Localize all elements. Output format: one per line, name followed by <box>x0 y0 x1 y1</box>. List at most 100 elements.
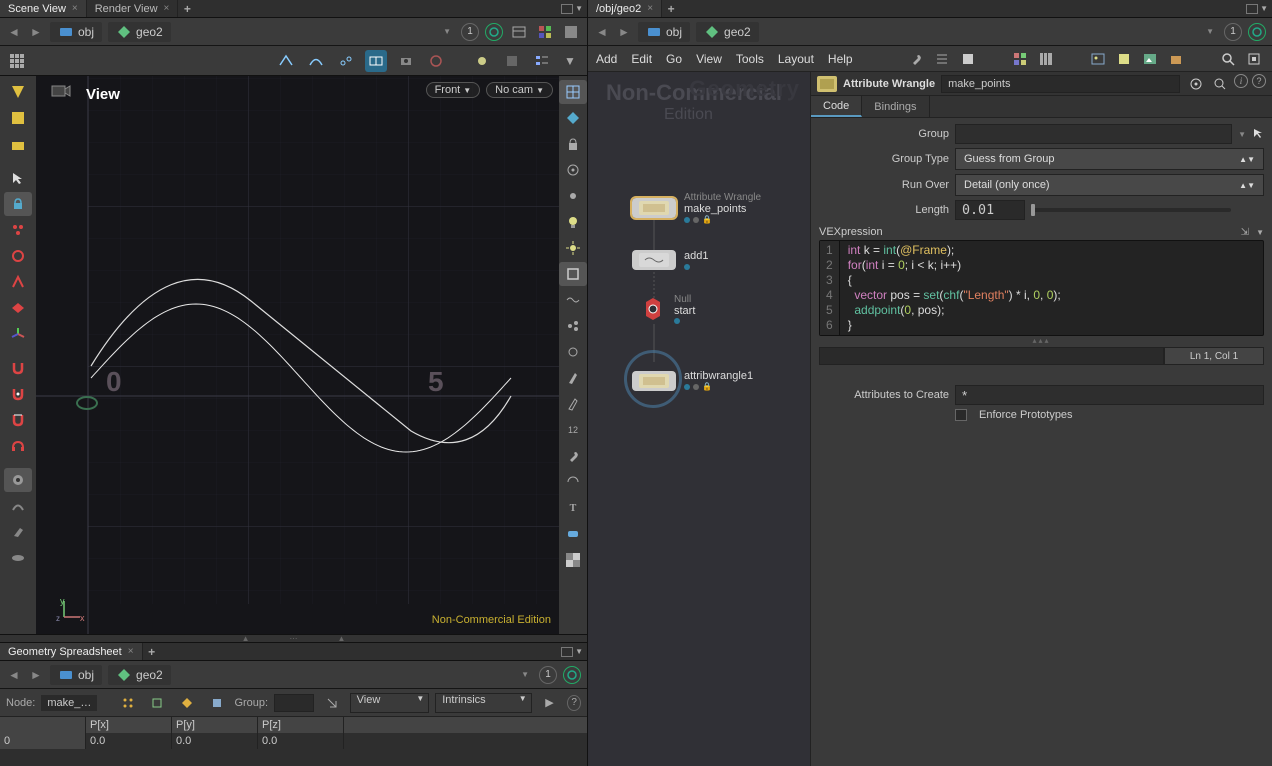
nav-back-icon[interactable]: ◄ <box>594 24 610 40</box>
lighting-icon[interactable] <box>471 50 493 72</box>
help-icon[interactable]: ? <box>1252 74 1266 88</box>
r-wrench-icon[interactable] <box>559 444 587 468</box>
list-icon[interactable] <box>932 49 952 69</box>
snap-point-icon[interactable] <box>275 50 297 72</box>
headphones-icon[interactable] <box>4 434 32 458</box>
group-picker-icon[interactable] <box>1252 127 1264 142</box>
r-partial-icon[interactable] <box>559 470 587 494</box>
group-dd-icon[interactable]: ▼ <box>1238 130 1246 139</box>
render-region-icon[interactable] <box>561 22 581 42</box>
view-front-dropdown[interactable]: Front▼ <box>426 82 481 98</box>
col-px[interactable]: P[x] <box>86 717 172 733</box>
length-slider[interactable] <box>1031 208 1231 212</box>
snap-grid-icon[interactable] <box>365 50 387 72</box>
r-checker-icon[interactable] <box>559 548 587 572</box>
vex-expand-icon[interactable]: ⇲ <box>1241 227 1249 238</box>
r-lock-icon[interactable] <box>559 132 587 156</box>
r-eraser-icon[interactable] <box>559 522 587 546</box>
path-root[interactable]: obj <box>50 22 102 42</box>
group-picker-icon[interactable] <box>320 691 344 715</box>
path-root[interactable]: obj <box>50 665 102 685</box>
close-icon[interactable]: × <box>128 646 134 657</box>
attrs-create-field[interactable] <box>955 385 1264 405</box>
magnet-3-icon[interactable] <box>4 408 32 432</box>
magnet-2-icon[interactable] <box>4 382 32 406</box>
path-node[interactable]: geo2 <box>108 665 171 685</box>
nav-back-icon[interactable]: ◄ <box>6 24 22 40</box>
add-tab-button[interactable]: + <box>662 2 680 16</box>
ss-verts-icon[interactable] <box>146 691 170 715</box>
tab-geo-spreadsheet[interactable]: Geometry Spreadsheet × <box>0 643 143 660</box>
r-pen-icon[interactable] <box>559 366 587 390</box>
runover-dropdown[interactable]: Detail (only once)▲▼ <box>955 174 1264 196</box>
play-filter-icon[interactable]: ▶ <box>538 691 562 715</box>
spreadsheet-table[interactable]: P[x] P[y] P[z] 0 0.0 0.0 0.0 <box>0 717 587 766</box>
menu-view[interactable]: View <box>696 52 722 66</box>
ss-detail-icon[interactable] <box>205 691 229 715</box>
parm-tab-code[interactable]: Code <box>811 96 862 117</box>
grid4-icon[interactable] <box>1010 49 1030 69</box>
shade-flat-icon[interactable] <box>559 106 587 130</box>
lock-tool-icon[interactable] <box>4 192 32 216</box>
node-start[interactable]: Null start <box>640 294 695 324</box>
resize-handle-icon[interactable]: ▴▴▴ <box>819 336 1264 345</box>
view-tool-icon[interactable] <box>4 80 32 104</box>
snap-curve-icon[interactable] <box>305 50 327 72</box>
add-tab-button[interactable]: + <box>178 2 196 16</box>
network-canvas[interactable]: Non-Commercial Edition Geometry Attribut… <box>588 72 810 766</box>
prim-sel-icon[interactable] <box>4 296 32 320</box>
menu-tools[interactable]: Tools <box>736 52 764 66</box>
panels-icon[interactable] <box>1036 49 1056 69</box>
help-icon[interactable]: ? <box>567 695 581 711</box>
pin-badge[interactable]: 1 <box>461 23 479 41</box>
r-wave-icon[interactable] <box>559 288 587 312</box>
maximize-icon[interactable] <box>561 4 573 14</box>
nav-fwd-icon[interactable]: ► <box>616 24 632 40</box>
view-cam-dropdown[interactable]: No cam▼ <box>486 82 553 98</box>
pin-badge[interactable]: 1 <box>1224 23 1242 41</box>
length-field[interactable] <box>955 200 1025 220</box>
ss-prims-icon[interactable] <box>175 691 199 715</box>
close-icon[interactable]: × <box>164 3 170 14</box>
axis-tool-icon[interactable] <box>4 322 32 346</box>
nav-fwd-icon[interactable]: ► <box>28 667 44 683</box>
tab-render-view[interactable]: Render View × <box>87 0 179 17</box>
fit-icon[interactable] <box>1244 49 1264 69</box>
nav-back-icon[interactable]: ◄ <box>6 667 22 683</box>
node-attribwrangle1[interactable]: attribwrangle1 🔒 <box>632 370 753 392</box>
color-options-icon[interactable] <box>535 22 555 42</box>
table-row[interactable]: 0 0.0 0.0 0.0 <box>0 733 587 749</box>
shelf-dd-icon[interactable]: ▼ <box>559 50 581 72</box>
nav-fwd-icon[interactable]: ► <box>28 24 44 40</box>
edge-sel-icon[interactable] <box>4 270 32 294</box>
camera-lock-icon[interactable] <box>395 50 417 72</box>
gear-icon[interactable] <box>1186 74 1206 94</box>
path-dropdown-icon[interactable]: ▼ <box>443 27 451 36</box>
pin-badge[interactable]: 1 <box>539 666 557 684</box>
info-icon[interactable]: i <box>1234 74 1248 88</box>
r-target-icon[interactable] <box>559 158 587 182</box>
editor-icon[interactable] <box>958 49 978 69</box>
gear-tool-icon[interactable] <box>4 468 32 492</box>
node-add1[interactable]: add1 <box>632 250 708 270</box>
menu-add[interactable]: Add <box>596 52 617 66</box>
arrow-tool-icon[interactable] <box>4 166 32 190</box>
image-icon[interactable] <box>1088 49 1108 69</box>
pane-menu-icon[interactable]: ▼ <box>1260 4 1268 13</box>
node-make-points[interactable]: Attribute Wrangle make_points 🔒 <box>632 192 761 225</box>
maximize-icon[interactable] <box>1246 4 1258 14</box>
r-box-icon[interactable] <box>559 262 587 286</box>
view-dropdown[interactable]: View ▼ <box>350 693 430 713</box>
add-tab-button[interactable]: + <box>143 645 161 659</box>
tab-scene-view[interactable]: Scene View × <box>0 0 87 17</box>
link-gear-icon[interactable] <box>485 23 503 41</box>
group-field[interactable] <box>274 694 314 712</box>
op-name-field[interactable] <box>941 75 1180 93</box>
pane-menu-icon[interactable]: ▼ <box>575 4 583 13</box>
r-12-icon[interactable]: 12 <box>559 418 587 442</box>
r-bulb-icon[interactable] <box>559 210 587 234</box>
search-icon[interactable] <box>1210 74 1230 94</box>
col-index[interactable] <box>0 717 86 733</box>
menu-help[interactable]: Help <box>828 52 853 66</box>
r-sun-icon[interactable] <box>559 236 587 260</box>
